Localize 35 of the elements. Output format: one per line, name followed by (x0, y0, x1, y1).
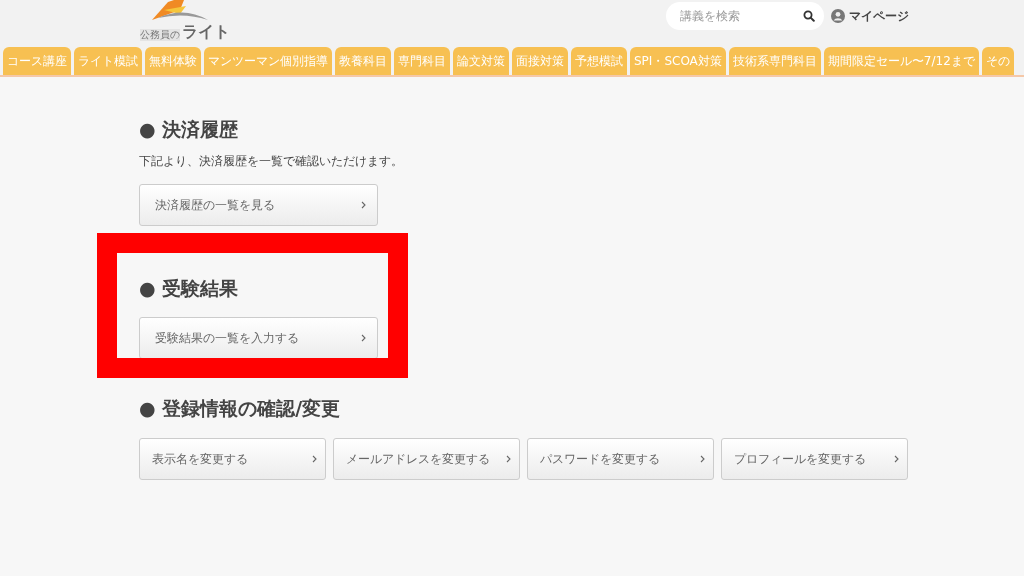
chevron-right-icon (312, 455, 317, 463)
section-heading: ● 受験結果 (139, 276, 240, 300)
link-button[interactable]: メールアドレスを変更する (333, 438, 520, 480)
nav-tab[interactable]: 無料体験 (145, 47, 201, 75)
nav-tab[interactable]: 技術系専門科目 (728, 47, 821, 75)
mypage-link[interactable]: マイページ (831, 7, 909, 25)
section-heading: ● 登録情報の確認/変更 (139, 396, 342, 420)
chevron-right-icon (894, 455, 899, 463)
nav-tab[interactable]: SPI・SCOA対策 (630, 47, 726, 75)
nav-tab[interactable]: 論文対策 (453, 47, 509, 75)
chevron-right-icon (700, 455, 705, 463)
search-icon[interactable] (803, 10, 815, 22)
logo-name[interactable]: ライト (182, 23, 230, 41)
nav-tab[interactable]: ライト模試 (74, 47, 142, 75)
section-description: 下記より、決済履歴を一覧で確認いただけます。 (139, 153, 404, 170)
nav-tab[interactable]: 教養科目 (335, 47, 391, 75)
link-button[interactable]: パスワードを変更する (527, 438, 714, 480)
link-button[interactable]: 受験結果の一覧を入力する (139, 317, 378, 359)
section-heading: ● 決済履歴 (139, 117, 240, 141)
logo-tagline: 公務員の (140, 29, 180, 41)
link-button[interactable]: プロフィールを変更する (721, 438, 908, 480)
nav-tab[interactable]: その (981, 47, 1014, 75)
nav-tab[interactable]: 期間限定セール〜7/12まで (823, 47, 979, 75)
nav-tab[interactable]: 面接対策 (512, 47, 568, 75)
user-icon (831, 9, 845, 23)
nav-tab[interactable]: マンツーマン個別指導 (204, 47, 332, 75)
link-button[interactable]: 決済履歴の一覧を見る (139, 184, 378, 226)
chevron-right-icon (506, 455, 511, 463)
search-field[interactable]: 講義を検索 (666, 2, 824, 30)
chevron-right-icon (361, 334, 366, 342)
link-button[interactable]: 表示名を変更する (139, 438, 326, 480)
nav-tab[interactable]: 予想模試 (571, 47, 627, 75)
nav-tab[interactable]: コース講座 (3, 47, 71, 75)
chevron-right-icon (361, 201, 366, 209)
nav-tab[interactable]: 専門科目 (394, 47, 450, 75)
